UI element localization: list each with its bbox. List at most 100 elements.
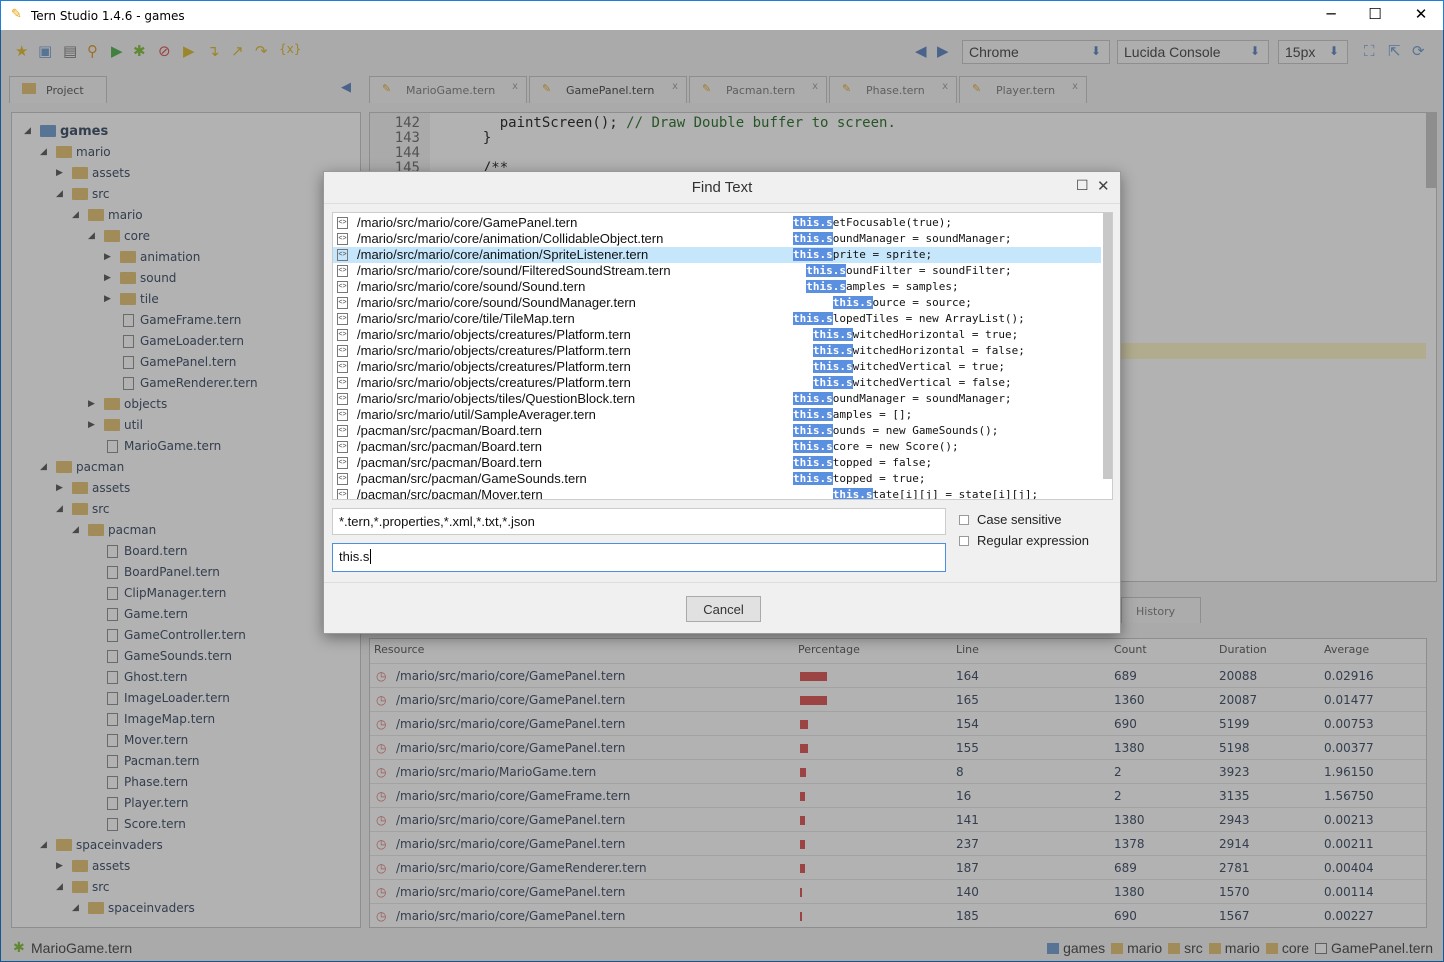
result-path: /mario/src/mario/core/GamePanel.tern: [357, 215, 578, 230]
result-match: this.source = source;: [793, 296, 972, 309]
file-icon: <>: [337, 329, 348, 341]
result-path: /mario/src/mario/core/tile/TileMap.tern: [357, 311, 575, 326]
match-rest: topped = true;: [832, 472, 926, 485]
match-highlight: this.s: [793, 216, 833, 229]
result-row[interactable]: <> /mario/src/mario/core/tile/TileMap.ter…: [333, 311, 1101, 327]
result-match: this.score = new Score();: [793, 440, 959, 453]
result-path: /pacman/src/pacman/Board.tern: [357, 423, 542, 438]
result-row[interactable]: <> /mario/src/mario/core/GamePanel.tern th…: [333, 215, 1101, 231]
result-path: /mario/src/mario/core/sound/FilteredSoun…: [357, 263, 671, 278]
checkbox-icon: [959, 515, 969, 525]
result-match: this.switchedHorizontal = true;: [793, 328, 1018, 341]
match-indent: [793, 264, 806, 277]
results-scrollbar[interactable]: [1103, 213, 1112, 479]
result-row[interactable]: <> /pacman/src/pacman/Board.tern this.scor…: [333, 439, 1101, 455]
file-icon: <>: [337, 249, 348, 261]
result-row[interactable]: <> /pacman/src/pacman/Board.tern this.soun…: [333, 423, 1101, 439]
result-row[interactable]: <> /mario/src/mario/objects/creatures/Pla…: [333, 375, 1101, 391]
close-button[interactable]: ✕: [1401, 5, 1441, 27]
result-row[interactable]: <> /mario/src/mario/core/sound/Sound.tern…: [333, 279, 1101, 295]
file-icon: <>: [337, 345, 348, 357]
match-rest: lopedTiles = new ArrayList();: [832, 312, 1025, 325]
match-indent: [793, 360, 813, 373]
file-icon: <>: [337, 377, 348, 389]
result-match: this.sounds = new GameSounds();: [793, 424, 998, 437]
result-row[interactable]: <> /mario/src/mario/util/SampleAverager.t…: [333, 407, 1101, 423]
match-highlight: this.s: [793, 472, 833, 485]
checkbox-icon: [959, 536, 969, 546]
file-filter-input[interactable]: *.tern,*.properties,*.xml,*.txt,*.json: [332, 508, 946, 535]
result-row[interactable]: <> /mario/src/mario/objects/tiles/Questio…: [333, 391, 1101, 407]
results-list: <> /mario/src/mario/core/GamePanel.tern th…: [332, 212, 1113, 500]
file-icon: <>: [337, 217, 348, 229]
search-input[interactable]: this.s: [332, 543, 946, 572]
maximize-icon[interactable]: ☐: [1076, 178, 1089, 194]
find-text-dialog: Find Text ☐ ✕ <> /mario/src/mario/core/Ga…: [323, 171, 1121, 634]
match-highlight: this.s: [793, 392, 833, 405]
file-icon: <>: [337, 409, 348, 421]
close-icon[interactable]: ✕: [1097, 177, 1110, 195]
maximize-button[interactable]: ☐: [1355, 5, 1395, 27]
result-path: /mario/src/mario/core/sound/Sound.tern: [357, 279, 586, 294]
match-rest: witchedHorizontal = true;: [852, 328, 1019, 341]
result-path: /mario/src/mario/objects/creatures/Platf…: [357, 375, 631, 390]
match-indent: [793, 376, 813, 389]
result-match: this.sprite = sprite;: [793, 248, 932, 261]
search-value: this.s: [339, 549, 370, 564]
result-match: this.samples = samples;: [793, 280, 959, 293]
match-rest: witchedVertical = false;: [852, 376, 1012, 389]
match-rest: etFocusable(true);: [832, 216, 952, 229]
result-path: /mario/src/mario/objects/creatures/Platf…: [357, 359, 631, 374]
dialog-title: Find Text: [324, 172, 1120, 204]
result-match: this.switchedVertical = true;: [793, 360, 1005, 373]
result-match: this.state[i][j] = state[i][j];: [793, 488, 1038, 500]
result-path: /mario/src/mario/core/animation/Collidab…: [357, 231, 664, 246]
match-highlight: this.s: [793, 456, 833, 469]
result-match: this.soundFilter = soundFilter;: [793, 264, 1012, 277]
result-match: this.soundManager = soundManager;: [793, 232, 1012, 245]
match-highlight: this.s: [793, 424, 833, 437]
result-row[interactable]: <> /mario/src/mario/core/sound/SoundManag…: [333, 295, 1101, 311]
result-path: /mario/src/mario/core/sound/SoundManager…: [357, 295, 636, 310]
match-highlight: this.s: [806, 264, 846, 277]
text-cursor: [370, 549, 372, 564]
match-highlight: this.s: [832, 488, 873, 500]
cancel-button[interactable]: Cancel: [686, 596, 761, 622]
file-icon: <>: [337, 489, 348, 499]
case-sensitive-checkbox[interactable]: Case sensitive: [959, 512, 1062, 527]
regex-checkbox[interactable]: Regular expression: [959, 533, 1089, 548]
result-row[interactable]: <> /pacman/src/pacman/Board.tern this.stop…: [333, 455, 1101, 471]
result-path: /pacman/src/pacman/Board.tern: [357, 455, 542, 470]
result-path: /pacman/src/pacman/Board.tern: [357, 439, 542, 454]
file-icon: <>: [337, 233, 348, 245]
match-rest: oundFilter = soundFilter;: [846, 264, 1012, 277]
file-icon: <>: [337, 265, 348, 277]
match-rest: amples = samples;: [846, 280, 959, 293]
title-bar: ✎ Tern Studio 1.4.6 - games ─ ☐ ✕: [0, 0, 1444, 30]
result-row[interactable]: <> /mario/src/mario/core/sound/FilteredSo…: [333, 263, 1101, 279]
result-path: /pacman/src/pacman/GameSounds.tern: [357, 471, 587, 486]
result-row[interactable]: <> /mario/src/mario/objects/creatures/Pla…: [333, 359, 1101, 375]
result-path: /mario/src/mario/objects/creatures/Platf…: [357, 327, 631, 342]
result-row[interactable]: <> /mario/src/mario/objects/creatures/Pla…: [333, 327, 1101, 343]
result-row[interactable]: <> /mario/src/mario/objects/creatures/Pla…: [333, 343, 1101, 359]
match-highlight: this.s: [812, 360, 853, 373]
match-highlight: this.s: [793, 312, 833, 325]
match-indent: [793, 280, 806, 293]
result-row[interactable]: <> /mario/src/mario/core/animation/Collid…: [333, 231, 1101, 247]
file-icon: <>: [337, 297, 348, 309]
match-rest: witchedHorizontal = false;: [852, 344, 1025, 357]
result-path: /mario/src/mario/objects/tiles/QuestionB…: [357, 391, 636, 406]
result-match: this.samples = [];: [793, 408, 912, 421]
match-highlight: this.s: [793, 408, 833, 421]
result-path: /mario/src/mario/core/animation/SpriteLi…: [357, 247, 649, 262]
result-row[interactable]: <> /pacman/src/pacman/Mover.tern this.sta…: [333, 487, 1101, 500]
match-rest: topped = false;: [832, 456, 933, 469]
result-row[interactable]: <> /mario/src/mario/core/animation/Sprite…: [333, 247, 1101, 263]
result-row[interactable]: <> /pacman/src/pacman/GameSounds.tern this…: [333, 471, 1101, 487]
minimize-button[interactable]: ─: [1311, 5, 1351, 27]
file-icon: <>: [337, 393, 348, 405]
file-icon: <>: [337, 473, 348, 485]
file-icon: <>: [337, 457, 348, 469]
match-highlight: this.s: [812, 376, 853, 389]
